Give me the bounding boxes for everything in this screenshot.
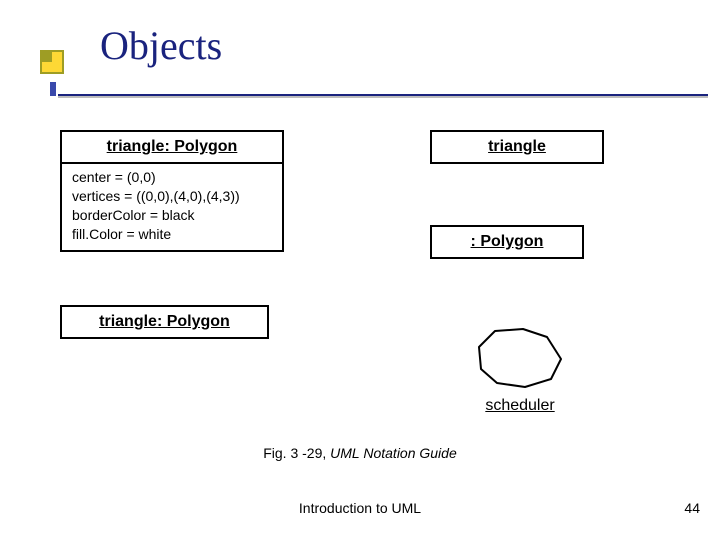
uml-attr: center = (0,0) [72, 168, 272, 187]
uml-object-name: triangle [432, 132, 602, 162]
caption-italic: UML Notation Guide [330, 445, 457, 461]
uml-object-triangle: triangle [430, 130, 604, 164]
title-accent-icon [50, 82, 56, 96]
uml-object-scheduler: scheduler [460, 325, 580, 415]
uml-object-triangle-polygon-nameonly: triangle: Polygon [60, 305, 269, 339]
title-bullet-icon [40, 50, 64, 74]
caption-prefix: Fig. 3 -29, [263, 445, 330, 461]
title-bullet-inner-icon [42, 52, 52, 62]
uml-attr: vertices = ((0,0),(4,0),(4,3)) [72, 187, 272, 206]
uml-object-triangle-polygon-full: triangle: Polygon center = (0,0) vertice… [60, 130, 284, 252]
slide-title: Objects [100, 22, 222, 69]
title-underline [58, 94, 708, 96]
figure-caption: Fig. 3 -29, UML Notation Guide [0, 445, 720, 461]
slide-number: 44 [684, 500, 700, 516]
slide: Objects triangle: Polygon center = (0,0)… [0, 0, 720, 540]
uml-object-name: scheduler [460, 397, 580, 415]
uml-attr: fill.Color = white [72, 225, 272, 244]
cloud-icon [475, 325, 565, 390]
footer-text: Introduction to UML [0, 500, 720, 516]
uml-object-attributes: center = (0,0) vertices = ((0,0),(4,0),(… [62, 164, 282, 250]
uml-object-name: triangle: Polygon [62, 307, 267, 337]
uml-object-name: triangle: Polygon [62, 132, 282, 162]
uml-attr: borderColor = black [72, 206, 272, 225]
uml-object-name: : Polygon [432, 227, 582, 257]
uml-object-anonymous-polygon: : Polygon [430, 225, 584, 259]
